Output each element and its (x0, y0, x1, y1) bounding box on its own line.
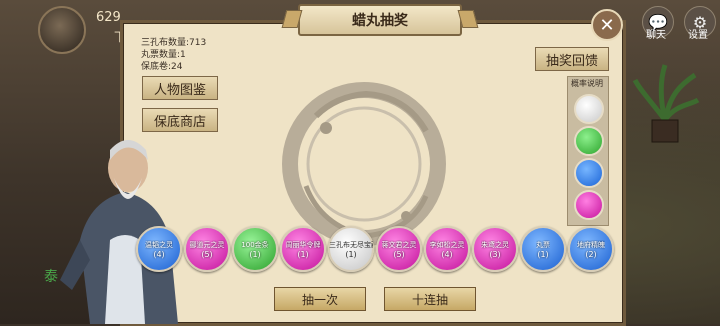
prize-count: (4) (153, 249, 165, 259)
stats-block: 三孔布数量:713 丸票数量:1 保底卷:24 (141, 37, 206, 73)
prize-name: 蒋文君之灵 (381, 240, 417, 249)
prize-name: 丸票 (536, 240, 550, 249)
prize-count: (1) (345, 249, 357, 259)
prize-name: 郦道元之灵 (189, 240, 225, 249)
character-gallery-button[interactable]: 人物图鉴 (142, 76, 218, 100)
prize-name: 地府精魄 (577, 240, 605, 249)
odds-green-ball (574, 126, 604, 156)
stat-line: 保底卷:24 (141, 62, 183, 72)
elder-character-portrait (60, 140, 178, 324)
prize-name: 李如松之灵 (429, 240, 465, 249)
prize-orb[interactable]: 郦道元之灵 (5) (184, 226, 230, 272)
stat-line: 三孔布数量:713 (141, 38, 207, 48)
prize-orb[interactable]: 李如松之灵 (4) (424, 226, 470, 272)
prize-name: 朱鸢之灵 (481, 240, 509, 249)
potted-plant-decoration (632, 64, 700, 143)
prize-orb[interactable]: 三孔布无尽宝藏 (1) (328, 226, 374, 272)
prize-orb[interactable]: 周丽华令牌 (1) (280, 226, 326, 272)
lottery-feedback-button[interactable]: 抽奖回馈 (535, 47, 609, 71)
prize-count: (5) (201, 249, 213, 259)
prize-orb[interactable]: 丸票 (1) (520, 226, 566, 272)
settings-label: 设置 (688, 30, 708, 41)
prize-orb[interactable]: 地府精魄 (2) (568, 226, 614, 272)
prize-orb[interactable]: 100金条 (1) (232, 226, 278, 272)
close-button[interactable]: ✕ (591, 9, 623, 41)
chat-label: 聊天 (646, 30, 666, 41)
odds-white-ball (574, 94, 604, 124)
prize-name: 100金条 (241, 240, 269, 249)
prize-name: 周丽华令牌 (285, 240, 321, 249)
prize-count: (1) (249, 249, 261, 259)
odds-blue-ball (574, 158, 604, 188)
odds-magenta-ball (574, 190, 604, 220)
prize-name: 三孔布无尽宝藏 (329, 240, 373, 249)
prize-count: (1) (297, 249, 309, 259)
guarantee-shop-button[interactable]: 保底商店 (142, 108, 218, 132)
draw-ten-button[interactable]: 十连抽 (384, 287, 476, 311)
odds-label[interactable]: 概率说明 (568, 78, 606, 89)
prize-count: (4) (441, 249, 453, 259)
close-icon: ✕ (599, 14, 615, 36)
dialog-title: 蜡丸抽奖 (298, 4, 462, 36)
prize-orb[interactable]: 蒋文君之灵 (5) (376, 226, 422, 272)
prize-orb[interactable]: 朱鸢之灵 (3) (472, 226, 518, 272)
player-score: 629 (96, 10, 121, 25)
prize-count: (2) (585, 249, 597, 259)
stat-line: 丸票数量:1 (141, 50, 186, 60)
draw-once-button[interactable]: 抽一次 (274, 287, 366, 311)
prize-count: (5) (393, 249, 405, 259)
prize-orb[interactable]: 温韬之灵 (4) (136, 226, 182, 272)
prize-name: 温韬之灵 (145, 240, 173, 249)
prize-count: (3) (489, 249, 501, 259)
player-avatar[interactable] (38, 6, 86, 54)
prize-count: (1) (537, 249, 549, 259)
